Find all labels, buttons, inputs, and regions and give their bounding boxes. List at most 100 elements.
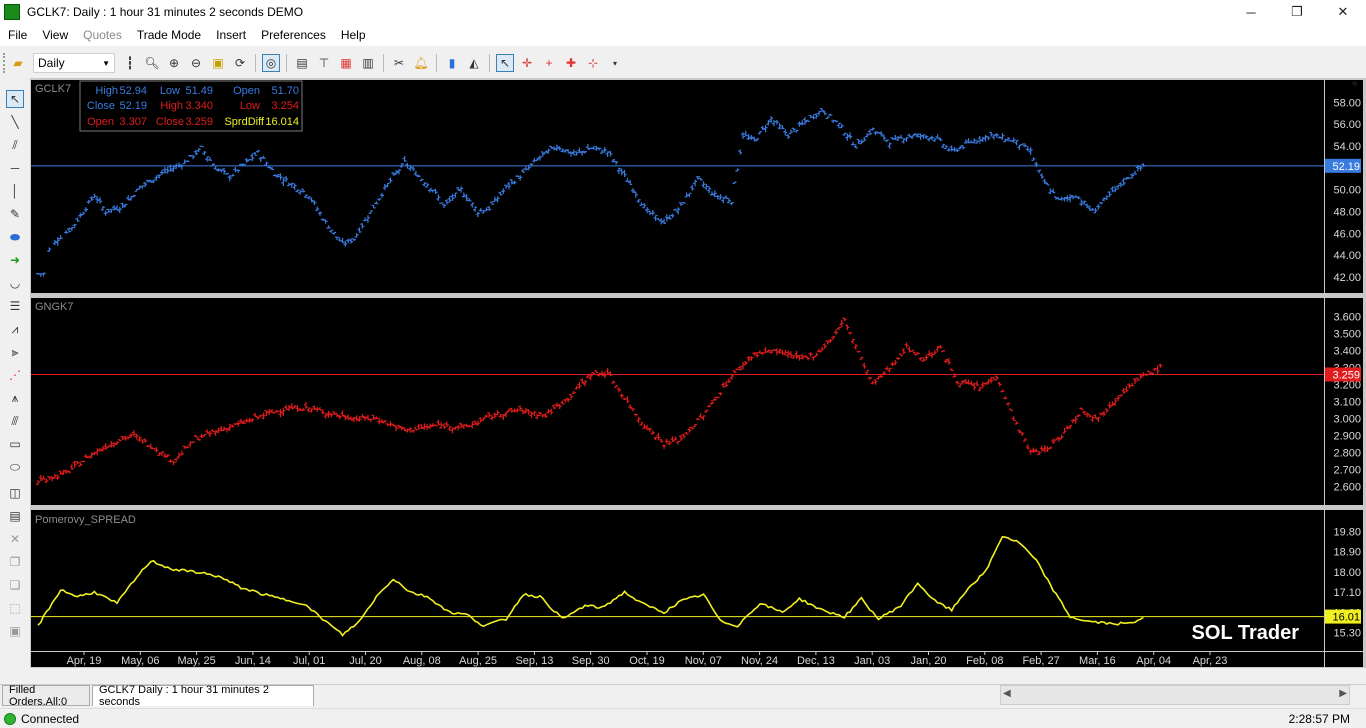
period-select[interactable]: Daily ▼ (33, 53, 115, 73)
y-tick-label: 3.600 (1333, 312, 1361, 324)
lock-icon[interactable]: ▣ (209, 54, 227, 72)
chart-canvas[interactable]: 42.0044.0046.0048.0050.0052.0054.0056.00… (30, 78, 1366, 668)
crosshair-dot-icon[interactable]: ✚ (562, 54, 580, 72)
indicator-icon[interactable]: ▥ (359, 54, 377, 72)
y-tick-label: 18.90 (1333, 547, 1361, 559)
bottom-tabs: Filled Orders.All:0 GCLK7 Daily : 1 hour… (0, 684, 1366, 708)
zoom-in-icon[interactable]: ⊕ (165, 54, 183, 72)
menu-trade-mode[interactable]: Trade Mode (129, 28, 208, 42)
x-tick-label: Mar, 16 (1079, 655, 1116, 667)
y-tick-label: 46.00 (1333, 228, 1361, 240)
chart-area[interactable]: 42.0044.0046.0048.0050.0052.0054.0056.00… (30, 78, 1366, 668)
scroll-right-icon[interactable]: ▶ (1339, 688, 1347, 699)
info-ng-open-label: Open (87, 116, 114, 128)
copy-icon[interactable]: ❐ (6, 553, 24, 571)
colors-icon[interactable]: ▦ (337, 54, 355, 72)
eraser-icon[interactable]: ◭ (465, 54, 483, 72)
info-ng-open-value: 3.307 (119, 116, 147, 128)
scroll-left-icon[interactable]: ◀ (1003, 688, 1011, 699)
ohlc-bar (439, 202, 444, 204)
bar-type-icon[interactable]: ┇ (121, 54, 139, 72)
cycle-icon[interactable]: ⋰ (6, 366, 24, 384)
menu-view[interactable]: View (34, 28, 75, 42)
delete-icon[interactable]: ✕ (6, 530, 24, 548)
menu-file[interactable]: File (0, 28, 34, 42)
vertical-line-icon[interactable]: │ (6, 182, 24, 200)
pitchfork-icon[interactable]: ⫸ (6, 343, 24, 361)
toolbar-overflow-icon[interactable]: ▾ (606, 54, 624, 72)
menu-insert[interactable]: Insert (208, 28, 253, 42)
select-arrow-icon[interactable]: ↖ (6, 90, 24, 108)
y-tick-label: 2.900 (1333, 430, 1361, 442)
crosshair-arrow-icon[interactable]: ⊹ (584, 54, 602, 72)
data-window: High 52.94 Low 51.49 Open 51.70 Close 52… (79, 80, 303, 132)
ellipse-icon[interactable]: ⬭ (6, 458, 24, 476)
select-area-icon[interactable]: ⬚ (6, 599, 24, 617)
close-button[interactable]: ✕ (1320, 0, 1366, 24)
alert-bell-icon[interactable]: 🔔︎ (412, 54, 430, 72)
fib-fan-icon[interactable]: ⩘ (6, 320, 24, 338)
horizontal-scrollbar[interactable]: ◀ ▶ (1000, 685, 1350, 705)
refresh-icon[interactable]: ⟳ (231, 54, 249, 72)
fibonacci-icon[interactable]: ☰ (6, 297, 24, 315)
ellipse-callout-icon[interactable]: ⬬ (6, 228, 24, 246)
period-value: Daily (38, 56, 65, 70)
y-tick-label: 2.600 (1333, 481, 1361, 493)
menu-quotes[interactable]: Quotes (75, 28, 129, 42)
x-tick-label: May, 06 (121, 655, 159, 667)
last-price-label: 16.01 (1332, 612, 1360, 624)
maximize-button[interactable]: ❐ (1274, 0, 1320, 24)
indicator-pane-spread[interactable] (31, 510, 1324, 651)
toolbar-separator (255, 54, 256, 72)
symbol-folder-icon[interactable]: ▰ (9, 54, 27, 72)
clock: 2:28:57 PM (1288, 712, 1350, 726)
hierarchy-icon[interactable]: ⊤ (315, 54, 333, 72)
horizontal-line-icon[interactable]: ─ (6, 159, 24, 177)
cursor-mode-icon[interactable]: ◎ (262, 54, 280, 72)
ohlc-bar (151, 447, 156, 450)
gann-fan-icon[interactable]: ⩚ (6, 389, 24, 407)
layers-icon[interactable]: ◫ (6, 484, 24, 502)
toolbar-separator (436, 54, 437, 72)
y-tick-label: 3.500 (1333, 329, 1361, 341)
y-tick-label: 58.00 (1333, 97, 1361, 109)
scissors-icon[interactable]: ✂ (390, 54, 408, 72)
y-tick-label: 56.00 (1333, 119, 1361, 131)
last-price-label: 3.259 (1332, 369, 1360, 381)
time-axis (31, 652, 1324, 667)
note-icon[interactable]: ✎ (6, 205, 24, 223)
book-icon[interactable]: ▮ (443, 54, 461, 72)
crosshair-icon[interactable]: + (540, 54, 558, 72)
object-list-icon[interactable]: ▤ (6, 507, 24, 525)
duplicate-icon[interactable]: ❏ (6, 576, 24, 594)
arc-icon[interactable]: ◡ (6, 274, 24, 292)
scroll-right-icon[interactable]: « (1352, 78, 1358, 89)
zoom-out-icon[interactable]: ⊖ (187, 54, 205, 72)
pointer-icon[interactable]: ↖ (496, 54, 514, 72)
zoom-icon[interactable]: 🔍︎ (143, 54, 161, 72)
trendline-icon[interactable]: ╲ (6, 113, 24, 131)
menu-help[interactable]: Help (333, 28, 373, 42)
rectangle-icon[interactable]: ▭ (6, 435, 24, 453)
y-tick-label: 42.00 (1333, 272, 1361, 284)
x-tick-label: Apr, 19 (67, 655, 102, 667)
x-tick-label: Nov, 07 (685, 655, 722, 667)
info-high-label: High (95, 85, 118, 97)
minimize-button[interactable]: ─ (1228, 0, 1274, 24)
arrow-right-icon[interactable]: ➜ (6, 251, 24, 269)
channel-icon[interactable]: ⫽ (6, 136, 24, 154)
menu-preferences[interactable]: Preferences (253, 28, 333, 42)
crosshair-icon[interactable]: ✛ (518, 54, 536, 72)
pane-title-spread: Pomerovy_SPREAD (35, 514, 136, 526)
chart-properties-icon[interactable]: ▤ (293, 54, 311, 72)
info-ng-close-value: 3.259 (185, 116, 213, 128)
tab-gclk7-daily[interactable]: GCLK7 Daily : 1 hour 31 minutes 2 second… (92, 684, 314, 708)
price-pane-gngk7[interactable] (31, 298, 1324, 505)
x-tick-label: Jul, 20 (349, 655, 381, 667)
tab-filled-orders[interactable]: Filled Orders.All:0 (2, 684, 90, 708)
toolbar-grip[interactable] (3, 53, 7, 73)
window-title: GCLK7: Daily : 1 hour 31 minutes 2 secon… (27, 5, 304, 19)
x-tick-label: Sep, 13 (515, 655, 553, 667)
parallel-lines-icon[interactable]: ⫻ (6, 412, 24, 430)
lock-icon[interactable]: ▣ (6, 622, 24, 640)
